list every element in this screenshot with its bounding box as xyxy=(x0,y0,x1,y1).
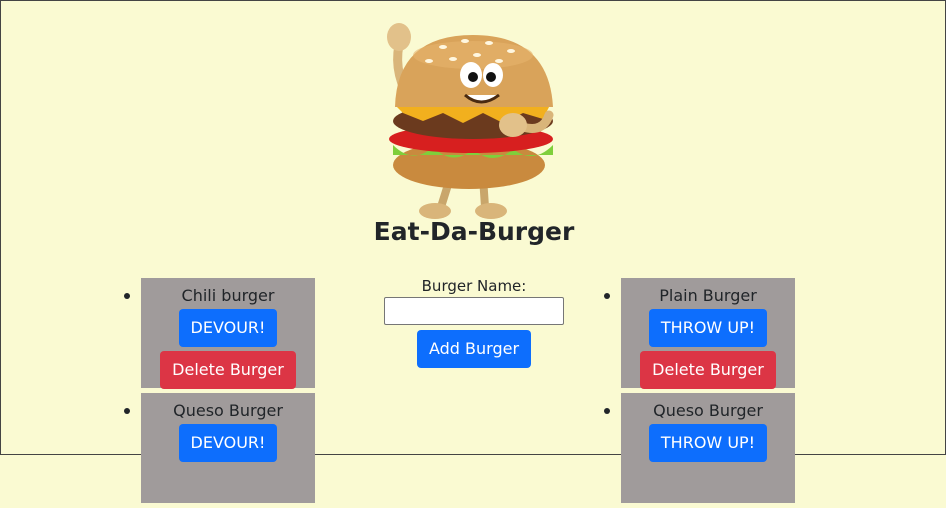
devour-list: Chili burger DEVOUR! Delete Burger Queso… xyxy=(124,278,315,508)
throw-up-button[interactable]: THROW UP! xyxy=(648,309,768,347)
page-title: Eat-Da-Burger xyxy=(373,217,575,246)
burger-name-input[interactable] xyxy=(384,297,564,325)
devoured-list: Plain Burger THROW UP! Delete Burger Que… xyxy=(604,278,795,508)
delete-burger-button[interactable]: Delete Burger xyxy=(640,351,776,389)
devour-button[interactable]: DEVOUR! xyxy=(178,309,278,347)
burger-name: Queso Burger xyxy=(173,401,283,420)
list-item: Chili burger DEVOUR! Delete Burger xyxy=(124,278,315,389)
delete-burger-button[interactable]: Delete Burger xyxy=(160,351,296,389)
add-burger-button[interactable]: Add Burger xyxy=(416,330,532,368)
bullet-icon xyxy=(604,293,610,299)
bullet-icon xyxy=(124,408,130,414)
burger-name: Plain Burger xyxy=(659,286,757,305)
list-item: Queso Burger DEVOUR! xyxy=(124,393,315,503)
burger-name: Queso Burger xyxy=(653,401,763,420)
burger-name: Chili burger xyxy=(181,286,275,305)
list-item: Queso Burger THROW UP! xyxy=(604,393,795,503)
burger-mascot-icon xyxy=(387,23,554,219)
devour-button[interactable]: DEVOUR! xyxy=(178,424,278,462)
list-item: Plain Burger THROW UP! Delete Burger xyxy=(604,278,795,389)
add-burger-form: Burger Name: Add Burger xyxy=(381,277,567,368)
bullet-icon xyxy=(124,293,130,299)
throw-up-button[interactable]: THROW UP! xyxy=(648,424,768,462)
burger-name-label: Burger Name: xyxy=(421,277,527,295)
bullet-icon xyxy=(604,408,610,414)
